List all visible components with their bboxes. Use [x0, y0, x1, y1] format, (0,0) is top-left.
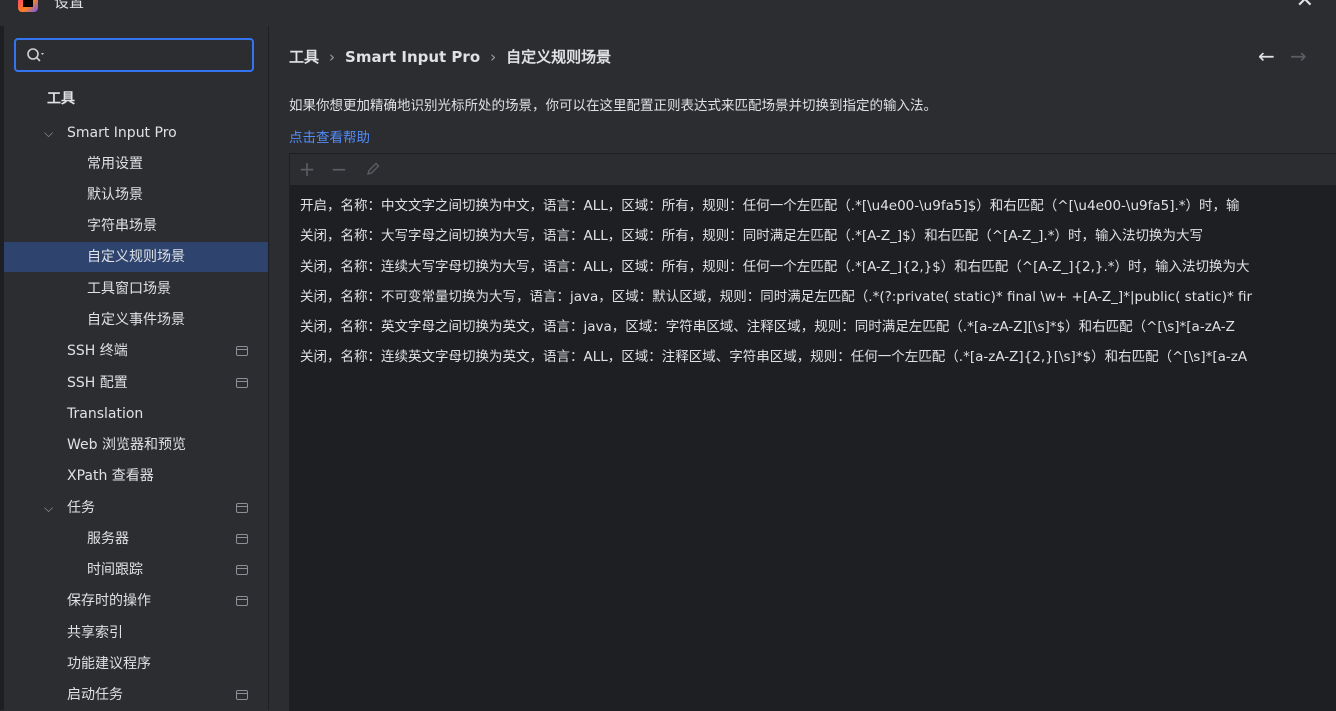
- list-item[interactable]: 关闭，名称：不可变常量切换为大写，语言：java，区域：默认区域，规则：同时满足…: [290, 282, 1336, 312]
- settings-content: 工具 › Smart Input Pro › 自定义规则场景 ← → 如果你想更加精确地…: [269, 26, 1336, 711]
- sidebar-item-label: 服务器: [87, 531, 129, 547]
- sidebar-item-label: 启动任务: [67, 687, 123, 703]
- breadcrumb-item[interactable]: 工具: [289, 48, 319, 66]
- sidebar-item-custom-rule-scene[interactable]: 自定义规则场景: [4, 242, 268, 272]
- sidebar-item-label: 自定义规则场景: [87, 249, 185, 265]
- project-level-icon: [236, 690, 248, 700]
- app-logo-icon: [18, 0, 38, 12]
- sidebar-item-tasks[interactable]: ⌵ 任务: [4, 493, 268, 523]
- search-field[interactable]: [14, 38, 254, 72]
- window-title: 设置: [54, 0, 85, 11]
- project-level-icon: [236, 346, 248, 356]
- sidebar-item-label: XPath 查看器: [67, 468, 154, 484]
- title-bar: 设置 ✕: [0, 0, 1336, 27]
- sidebar-item-tools[interactable]: 工具: [4, 84, 268, 114]
- list-item[interactable]: 关闭，名称：连续大写字母切换为大写，语言：ALL，区域：所有，规则：任何一个左匹…: [290, 252, 1336, 282]
- sidebar-item-string-scene[interactable]: 字符串场景: [4, 211, 268, 241]
- settings-sidebar: 工具 ⌵ Smart Input Pro 常用设置 默认场景 字符串场景 自定义…: [4, 26, 269, 710]
- close-icon[interactable]: ✕: [1296, 0, 1314, 13]
- sidebar-item-feature-suggester[interactable]: 功能建议程序: [4, 649, 268, 679]
- sidebar-item-label: 功能建议程序: [67, 656, 151, 672]
- list-item[interactable]: 关闭，名称：大写字母之间切换为大写，语言：ALL，区域：所有，规则：同时满足左匹…: [290, 221, 1336, 251]
- sidebar-item-label: 任务: [67, 500, 95, 516]
- chevron-down-icon[interactable]: ⌵: [44, 118, 53, 148]
- page-description: 如果你想更加精确地识别光标所处的场景，你可以在这里配置正则表达式来匹配场景并切换…: [289, 98, 937, 114]
- sidebar-item-custom-event-scene[interactable]: 自定义事件场景: [4, 305, 268, 335]
- search-icon: [27, 48, 44, 62]
- sidebar-item-label: 工具窗口场景: [87, 281, 171, 297]
- sidebar-item-actions-on-save[interactable]: 保存时的操作: [4, 586, 268, 616]
- rules-list[interactable]: 开启，名称：中文文字之间切换为中文，语言：ALL，区域：所有，规则：任何一个左匹…: [290, 186, 1336, 711]
- arrow-right-icon[interactable]: →: [1290, 46, 1307, 66]
- sidebar-item-label: Web 浏览器和预览: [67, 437, 186, 453]
- rules-toolbar: + −: [290, 154, 1336, 186]
- sidebar-item-label: Translation: [67, 406, 144, 422]
- chevron-down-icon[interactable]: ⌵: [44, 493, 53, 523]
- project-level-icon: [236, 503, 248, 513]
- sidebar-item-web-browser[interactable]: Web 浏览器和预览: [4, 430, 268, 460]
- project-level-icon: [236, 596, 248, 606]
- list-item[interactable]: 关闭，名称：英文字母之间切换为英文，语言：java，区域：字符串区域、注释区域，…: [290, 312, 1336, 342]
- breadcrumb-item[interactable]: Smart Input Pro: [345, 48, 480, 66]
- sidebar-item-tool-window-scene[interactable]: 工具窗口场景: [4, 274, 268, 304]
- sidebar-item-time-tracking[interactable]: 时间跟踪: [4, 555, 268, 585]
- arrow-left-icon[interactable]: ←: [1258, 46, 1275, 66]
- sidebar-item-label: SSH 终端: [67, 343, 128, 359]
- project-level-icon: [236, 378, 248, 388]
- breadcrumb-item: 自定义规则场景: [506, 48, 612, 66]
- list-item[interactable]: 关闭，名称：连续英文字母切换为英文，语言：ALL，区域：注释区域、字符串区域，规…: [290, 342, 1336, 372]
- sidebar-item-label: 共享索引: [67, 625, 123, 641]
- sidebar-item-label: SSH 配置: [67, 375, 128, 391]
- breadcrumb-separator-icon: ›: [329, 48, 336, 66]
- sidebar-item-default-scene[interactable]: 默认场景: [4, 180, 268, 210]
- sidebar-item-shared-indexes[interactable]: 共享索引: [4, 618, 268, 648]
- search-input[interactable]: [56, 44, 250, 68]
- help-link[interactable]: 点击查看帮助: [289, 126, 370, 146]
- sidebar-item-label: 常用设置: [87, 156, 143, 172]
- project-level-icon: [236, 565, 248, 575]
- sidebar-item-xpath-viewer[interactable]: XPath 查看器: [4, 461, 268, 491]
- sidebar-item-label: 默认场景: [87, 187, 143, 203]
- sidebar-item-ssh-terminal[interactable]: SSH 终端: [4, 336, 268, 366]
- breadcrumb: 工具 › Smart Input Pro › 自定义规则场景: [289, 46, 611, 67]
- minus-icon[interactable]: −: [328, 158, 350, 180]
- breadcrumb-separator-icon: ›: [490, 48, 497, 66]
- sidebar-item-label: 字符串场景: [87, 218, 157, 234]
- sidebar-item-label: 工具: [47, 91, 75, 107]
- sidebar-item-label: Smart Input Pro: [67, 125, 177, 141]
- sidebar-item-label: 时间跟踪: [87, 562, 143, 578]
- sidebar-item-smart-input-pro[interactable]: ⌵ Smart Input Pro: [4, 118, 268, 148]
- project-level-icon: [236, 534, 248, 544]
- list-item[interactable]: 开启，名称：中文文字之间切换为中文，语言：ALL，区域：所有，规则：任何一个左匹…: [290, 191, 1336, 221]
- pencil-icon[interactable]: [362, 158, 384, 180]
- plus-icon[interactable]: +: [296, 158, 318, 180]
- sidebar-item-servers[interactable]: 服务器: [4, 524, 268, 554]
- sidebar-item-translation[interactable]: Translation: [4, 399, 268, 429]
- sidebar-item-startup-tasks[interactable]: 启动任务: [4, 680, 268, 710]
- sidebar-item-general-settings[interactable]: 常用设置: [4, 149, 268, 179]
- sidebar-item-label: 保存时的操作: [67, 593, 151, 609]
- rules-panel: + − 开启，名称：中文文字之间切换为中文，语言：ALL，区域：所有，规则：任何…: [289, 153, 1336, 711]
- sidebar-item-label: 自定义事件场景: [87, 312, 185, 328]
- sidebar-item-ssh-config[interactable]: SSH 配置: [4, 368, 268, 398]
